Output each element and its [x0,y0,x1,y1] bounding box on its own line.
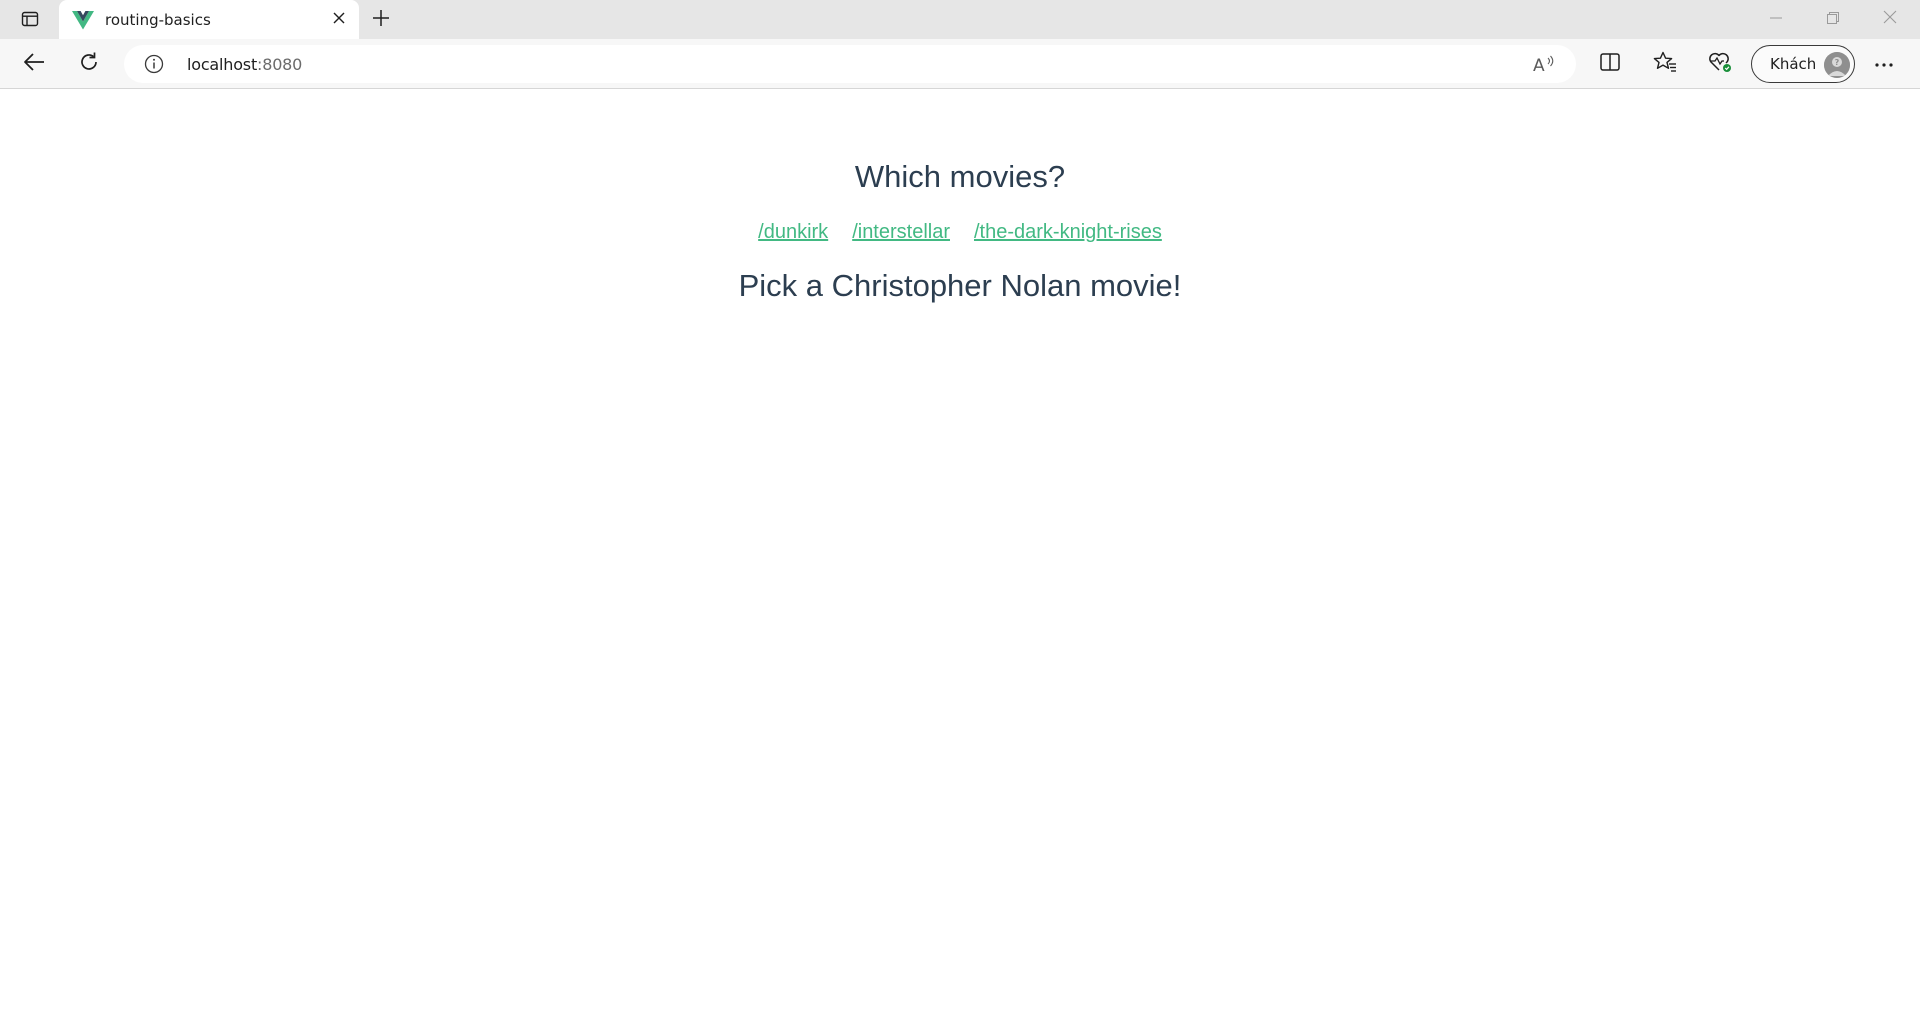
tab-close-button[interactable] [328,9,350,31]
close-window-icon [1883,10,1897,29]
plus-icon [372,9,390,32]
avatar-icon: ? [1824,52,1850,78]
vue-logo-icon [72,10,94,30]
tab-actions-icon [21,10,39,33]
page-message: Pick a Christopher Nolan movie! [738,268,1182,303]
svg-text:A: A [1533,56,1545,75]
favorites-button[interactable] [1647,47,1683,81]
movie-nav: /dunkirk /interstellar /the-dark-knight-… [0,221,1920,244]
restore-button[interactable] [1805,0,1861,39]
browser-essentials-button[interactable] [1702,47,1738,81]
back-arrow-icon [23,52,45,77]
url-port: :8080 [257,55,303,74]
profile-label: Khách [1770,55,1817,73]
address-bar[interactable]: localhost:8080 A [124,45,1576,83]
split-screen-icon [1599,52,1621,77]
profile-button[interactable]: Khách ? [1751,45,1855,83]
address-url: localhost:8080 [187,55,302,74]
minimize-button[interactable] [1748,0,1804,39]
url-host: localhost [187,55,258,74]
tab-routing-basics[interactable]: routing-basics [59,0,359,39]
more-dots-icon [1874,55,1894,73]
tab-actions-button[interactable] [14,7,46,35]
refresh-button[interactable] [71,47,107,81]
split-screen-button[interactable] [1592,47,1628,81]
tab-strip: routing-basics [0,0,1920,39]
page-title: Which movies? [854,159,1066,194]
restore-icon [1827,11,1839,29]
site-info-icon[interactable] [144,54,164,74]
read-aloud-icon[interactable]: A [1532,53,1558,76]
settings-menu-button[interactable] [1866,47,1902,81]
favorites-star-icon [1653,51,1677,78]
back-button[interactable] [16,47,52,81]
browser-toolbar: localhost:8080 A Khách ? [0,39,1920,89]
new-tab-button[interactable] [366,6,396,34]
svg-text:?: ? [1835,58,1840,67]
refresh-icon [78,51,100,78]
close-window-button[interactable] [1862,0,1918,39]
minimize-icon [1770,11,1782,29]
page-content: Which movies? /dunkirk /interstellar /th… [0,90,1920,1020]
link-interstellar[interactable]: /interstellar [852,221,950,244]
close-icon [333,11,345,29]
link-dunkirk[interactable]: /dunkirk [758,221,828,244]
tab-title: routing-basics [105,11,211,29]
heart-pulse-icon [1708,51,1732,78]
link-the-dark-knight-rises[interactable]: /the-dark-knight-rises [974,221,1162,244]
